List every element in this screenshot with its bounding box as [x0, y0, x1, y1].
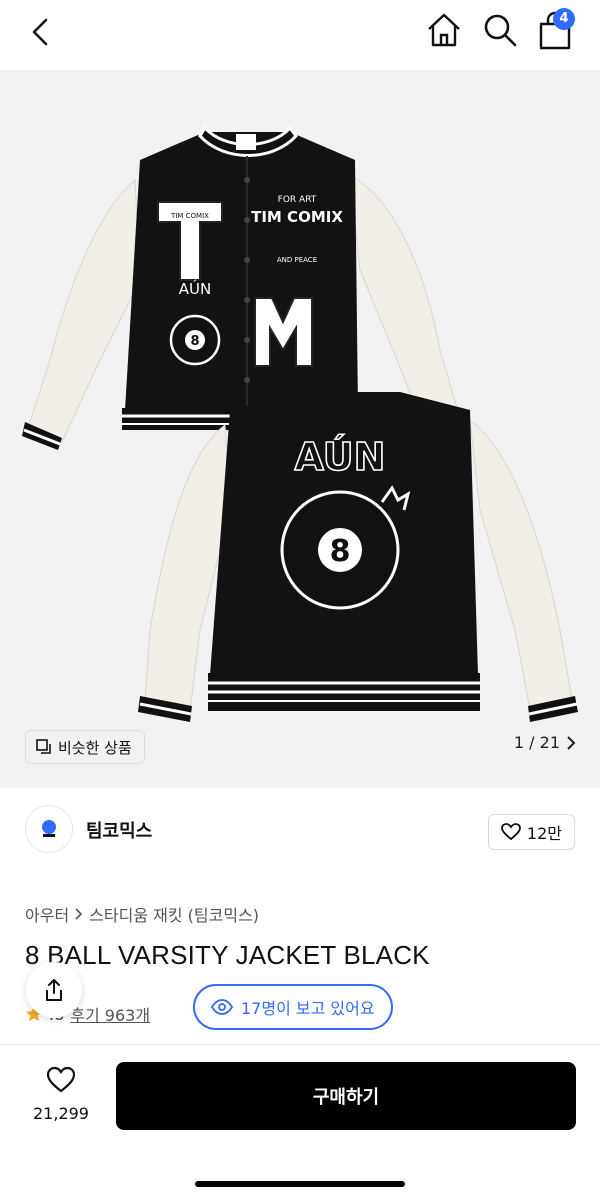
back-icon[interactable]	[24, 14, 60, 50]
divider	[0, 1044, 600, 1045]
chevron-right-icon	[75, 908, 83, 920]
wishlist-button[interactable]: 21,299	[24, 1066, 98, 1123]
review-count-link[interactable]: 후기 963개	[70, 1002, 150, 1026]
heart-icon	[501, 823, 521, 841]
image-pager-text: 1 / 21	[513, 733, 560, 752]
home-icon[interactable]	[424, 10, 464, 50]
back-8ball-number: 8	[330, 534, 351, 569]
front-chest-text: TIM COMIX	[170, 212, 209, 220]
brand-logo[interactable]	[25, 805, 73, 853]
product-title: 8 BALL VARSITY JACKET BLACK	[25, 940, 430, 970]
breadcrumb-item[interactable]: 스타디움 재킷 (팀코믹스)	[89, 902, 259, 926]
front-8ball-number: 8	[190, 334, 199, 349]
search-icon[interactable]	[480, 10, 520, 50]
heart-icon	[46, 1066, 76, 1093]
wishlist-count: 21,299	[33, 1104, 89, 1123]
similar-products-icon	[36, 739, 51, 754]
cart-count-badge: 4	[553, 8, 575, 30]
live-viewers-text: 17명이 보고 있어요	[241, 999, 375, 1018]
top-bar: 4	[0, 0, 600, 62]
product-image[interactable]: 8 AÚN TIM COMIX FOR ART TIM COMIX AND PE…	[0, 70, 600, 788]
front-brand-patch: TIM COMIX	[251, 208, 343, 226]
brand-name[interactable]: 팀코믹스	[86, 817, 152, 843]
brand-like-button[interactable]: 12만	[487, 814, 575, 850]
similar-products-label: 비슷한 상품	[58, 738, 132, 757]
home-indicator	[195, 1181, 405, 1187]
buy-button[interactable]: 구매하기	[116, 1062, 576, 1130]
brand-like-count: 12만	[526, 824, 562, 843]
share-icon	[46, 979, 62, 1001]
breadcrumb-item[interactable]: 아우터	[25, 902, 69, 926]
live-viewers-badge: 17명이 보고 있어요	[193, 984, 393, 1030]
front-aun-patch: AÚN	[179, 279, 211, 298]
image-pager[interactable]: 1 / 21	[514, 733, 576, 752]
back-aun-patch: AÚN	[295, 435, 386, 479]
eye-icon	[211, 999, 233, 1015]
front-text-bottom: AND PEACE	[277, 256, 317, 264]
share-button[interactable]	[26, 962, 82, 1018]
front-text-top: FOR ART	[278, 195, 317, 205]
similar-products-button[interactable]: 비슷한 상품	[25, 730, 145, 764]
chevron-right-icon	[567, 735, 576, 750]
breadcrumb: 아우터 스타디움 재킷 (팀코믹스)	[25, 902, 259, 926]
